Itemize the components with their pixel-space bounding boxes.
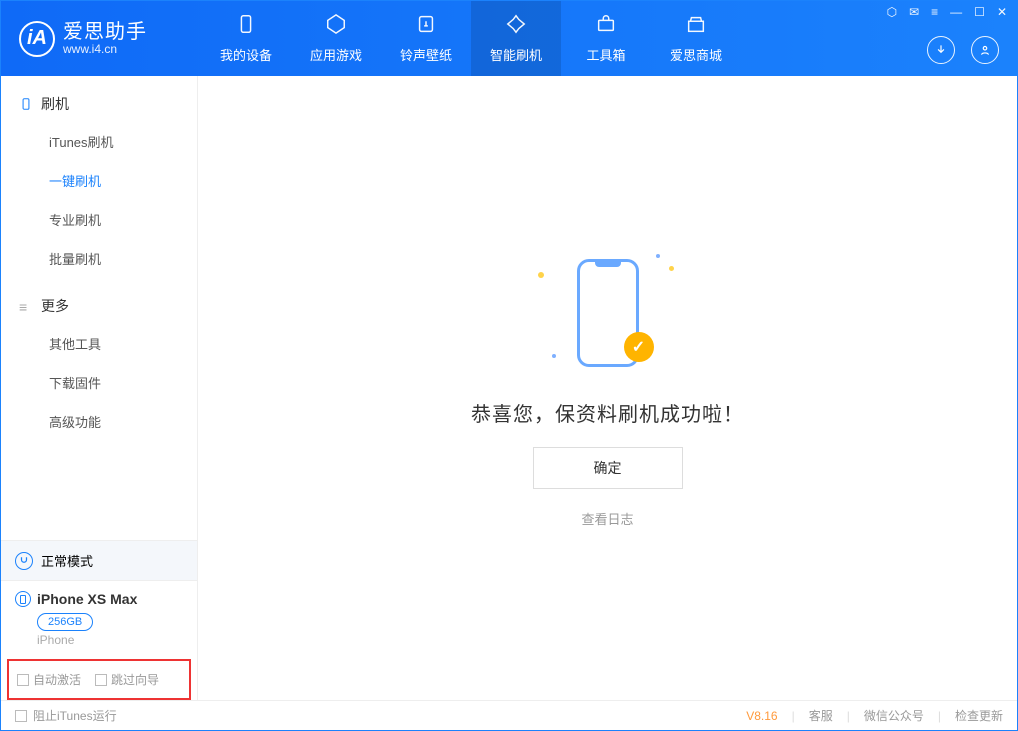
checkbox-label: 跳过向导 xyxy=(111,671,159,688)
success-message: 恭喜您，保资料刷机成功啦！ xyxy=(471,398,744,427)
phone-icon xyxy=(19,97,33,111)
section-title: 刷机 xyxy=(41,94,69,114)
flash-icon xyxy=(505,13,527,41)
mode-icon xyxy=(15,552,33,570)
checkmark-icon: ✓ xyxy=(624,332,654,362)
toolbox-icon xyxy=(595,13,617,41)
app-window: ⬡ ✉ ≡ — ☐ ✕ iA 爱思助手 www.i4.cn 我的设备 xyxy=(0,0,1018,731)
sidebar-item-itunes-flash[interactable]: iTunes刷机 xyxy=(1,122,197,161)
sparkle-icon xyxy=(669,266,674,271)
tab-label: 爱思商城 xyxy=(670,45,722,64)
feedback-icon[interactable]: ✉ xyxy=(909,5,919,19)
sparkle-icon xyxy=(656,254,660,258)
store-icon xyxy=(685,13,707,41)
tab-label: 智能刷机 xyxy=(490,45,542,64)
app-site: www.i4.cn xyxy=(63,43,147,56)
footer-block-itunes[interactable]: 阻止iTunes运行 xyxy=(33,707,117,724)
main-content: ✓ 恭喜您，保资料刷机成功啦！ 确定 查看日志 xyxy=(198,76,1017,700)
checkbox-auto-activate[interactable]: 自动激活 xyxy=(17,671,81,688)
tab-label: 工具箱 xyxy=(586,45,625,64)
version-label: V8.16 xyxy=(746,709,777,723)
menu-icon[interactable]: ≡ xyxy=(931,5,938,19)
tab-store[interactable]: 爱思商城 xyxy=(651,1,741,76)
support-link[interactable]: 客服 xyxy=(809,707,833,724)
tab-flash[interactable]: 智能刷机 xyxy=(471,1,561,76)
footer: 阻止iTunes运行 V8.16 | 客服 | 微信公众号 | 检查更新 xyxy=(1,700,1017,730)
sidebar-section-flash: 刷机 xyxy=(1,86,197,122)
header-actions xyxy=(927,36,999,64)
header: ⬡ ✉ ≡ — ☐ ✕ iA 爱思助手 www.i4.cn 我的设备 xyxy=(1,1,1017,76)
device-mode[interactable]: 正常模式 xyxy=(1,541,197,581)
window-controls: ⬡ ✉ ≡ — ☐ ✕ xyxy=(887,5,1007,19)
tab-ringtone[interactable]: 铃声壁纸 xyxy=(381,1,471,76)
device-icon xyxy=(235,13,257,41)
tab-toolbox[interactable]: 工具箱 xyxy=(561,1,651,76)
logo: iA 爱思助手 www.i4.cn xyxy=(1,21,201,57)
checkbox-skip-guide[interactable]: 跳过向导 xyxy=(95,671,159,688)
checkbox-icon xyxy=(95,674,107,686)
sidebar-section-more: ≡ 更多 xyxy=(1,288,197,324)
sidebar-item-oneclick-flash[interactable]: 一键刷机 xyxy=(1,161,197,200)
device-name: iPhone XS Max xyxy=(37,591,137,607)
list-icon: ≡ xyxy=(19,299,33,313)
sparkle-icon xyxy=(552,354,556,358)
view-log-link[interactable]: 查看日志 xyxy=(581,509,633,528)
close-icon[interactable]: ✕ xyxy=(997,5,1007,19)
ringtone-icon xyxy=(415,13,437,41)
user-icon[interactable] xyxy=(971,36,999,64)
body: 刷机 iTunes刷机 一键刷机 专业刷机 批量刷机 ≡ 更多 其他工具 下载固… xyxy=(1,76,1017,700)
device-phone-icon xyxy=(15,591,31,607)
download-icon[interactable] xyxy=(927,36,955,64)
maximize-icon[interactable]: ☐ xyxy=(974,5,985,19)
sidebar-item-pro-flash[interactable]: 专业刷机 xyxy=(1,200,197,239)
wechat-link[interactable]: 微信公众号 xyxy=(864,707,924,724)
device-info[interactable]: iPhone XS Max 256GB iPhone xyxy=(1,581,197,659)
notch-icon xyxy=(595,262,621,267)
tab-apps[interactable]: 应用游戏 xyxy=(291,1,381,76)
main-tabs: 我的设备 应用游戏 铃声壁纸 智能刷机 xyxy=(201,1,741,76)
logo-badge-icon: iA xyxy=(19,21,55,57)
options-highlight: 自动激活 跳过向导 xyxy=(7,659,191,700)
apps-icon xyxy=(325,13,347,41)
tab-my-device[interactable]: 我的设备 xyxy=(201,1,291,76)
sidebar-item-batch-flash[interactable]: 批量刷机 xyxy=(1,239,197,278)
check-update-link[interactable]: 检查更新 xyxy=(955,707,1003,724)
tab-label: 我的设备 xyxy=(220,45,272,64)
tab-label: 铃声壁纸 xyxy=(400,45,452,64)
section-title: 更多 xyxy=(41,296,69,316)
sparkle-icon xyxy=(538,272,544,278)
sidebar-item-download-firmware[interactable]: 下载固件 xyxy=(1,363,197,402)
app-name: 爱思助手 xyxy=(63,21,147,43)
checkbox-label: 自动激活 xyxy=(33,671,81,688)
sidebar-item-other-tools[interactable]: 其他工具 xyxy=(1,324,197,363)
device-storage: 256GB xyxy=(37,613,93,631)
mode-label: 正常模式 xyxy=(41,551,93,570)
checkbox-icon xyxy=(17,674,29,686)
success-illustration: ✓ xyxy=(528,248,688,378)
checkbox-icon[interactable] xyxy=(15,710,27,722)
tab-label: 应用游戏 xyxy=(310,45,362,64)
sidebar-item-advanced[interactable]: 高级功能 xyxy=(1,402,197,441)
device-type: iPhone xyxy=(37,633,183,647)
minimize-icon[interactable]: — xyxy=(950,5,962,19)
ok-button[interactable]: 确定 xyxy=(533,447,683,489)
sidebar: 刷机 iTunes刷机 一键刷机 专业刷机 批量刷机 ≡ 更多 其他工具 下载固… xyxy=(1,76,198,700)
settings-icon[interactable]: ⬡ xyxy=(887,5,897,19)
sidebar-bottom: 正常模式 iPhone XS Max 256GB iPhone 自动激活 xyxy=(1,540,197,700)
